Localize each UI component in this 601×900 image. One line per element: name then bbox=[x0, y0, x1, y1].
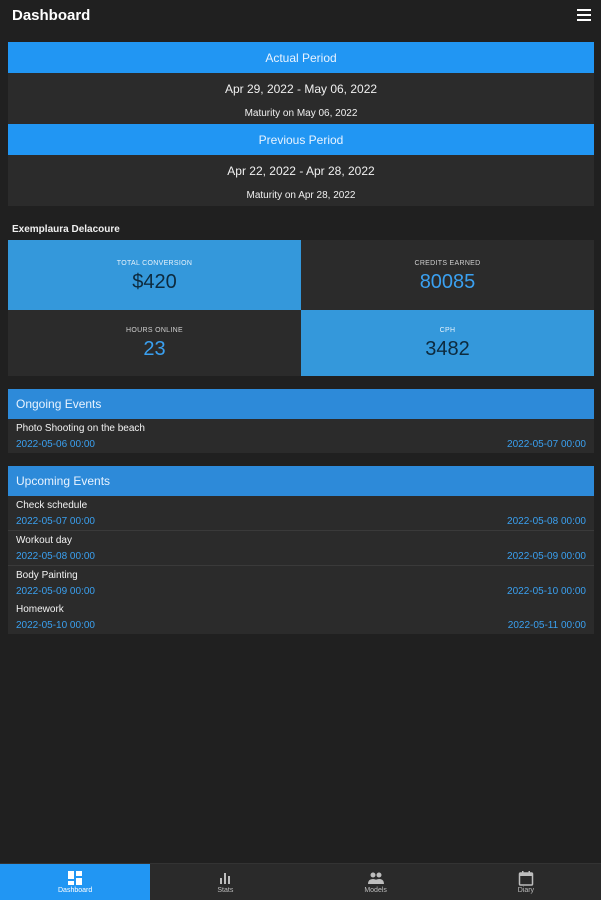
previous-period-header: Previous Period bbox=[8, 124, 594, 155]
list-item[interactable]: Workout day 2022-05-08 00:00 2022-05-09 … bbox=[8, 531, 594, 566]
ongoing-events-header: Ongoing Events bbox=[8, 389, 594, 419]
event-name: Workout day bbox=[16, 535, 72, 546]
list-item[interactable]: Check schedule 2022-05-07 00:00 2022-05-… bbox=[8, 496, 594, 531]
upcoming-events-header: Upcoming Events bbox=[8, 466, 594, 496]
stat-hours-online: Hours Online 23 bbox=[8, 310, 301, 376]
app-bar: Dashboard bbox=[0, 0, 601, 30]
nav-stats[interactable]: Stats bbox=[150, 864, 300, 900]
people-icon bbox=[367, 871, 384, 885]
stat-label: Credits Earned bbox=[414, 260, 481, 267]
actual-period-maturity: Maturity on May 06, 2022 bbox=[244, 108, 358, 119]
nav-diary[interactable]: Diary bbox=[451, 864, 601, 900]
event-end: 2022-05-10 00:00 bbox=[507, 586, 586, 597]
actual-period-range: Apr 29, 2022 - May 06, 2022 bbox=[224, 82, 378, 96]
hamburger-menu-icon[interactable] bbox=[577, 9, 591, 21]
nav-label: Diary bbox=[517, 886, 535, 894]
dashboard-icon bbox=[68, 870, 83, 885]
actual-period-panel: Apr 29, 2022 - May 06, 2022 Maturity on … bbox=[8, 73, 594, 124]
stat-label: Hours Online bbox=[126, 327, 183, 334]
event-start: 2022-05-06 00:00 bbox=[16, 439, 95, 450]
bottom-navigation: Dashboard Stats Models Diary bbox=[0, 863, 601, 900]
stat-total-conversion: Total Conversion $420 bbox=[8, 240, 301, 310]
nav-dashboard[interactable]: Dashboard bbox=[0, 864, 151, 900]
event-name: Check schedule bbox=[16, 500, 88, 511]
stat-value: 23 bbox=[143, 338, 166, 360]
previous-period-range: Apr 22, 2022 - Apr 28, 2022 bbox=[227, 164, 375, 178]
page-title: Dashboard bbox=[12, 6, 91, 24]
nav-label: Dashboard bbox=[58, 886, 93, 894]
list-item[interactable]: Homework 2022-05-10 00:00 2022-05-11 00:… bbox=[8, 600, 594, 634]
list-item[interactable]: Photo Shooting on the beach 2022-05-06 0… bbox=[8, 419, 594, 453]
nav-models[interactable]: Models bbox=[301, 864, 451, 900]
bar-chart-icon bbox=[219, 871, 231, 885]
stat-label: Total Conversion bbox=[116, 260, 193, 267]
stat-value: 80085 bbox=[419, 271, 476, 293]
event-end: 2022-05-07 00:00 bbox=[507, 439, 586, 450]
event-name: Body Painting bbox=[16, 570, 78, 581]
nav-label: Models bbox=[364, 886, 387, 894]
event-start: 2022-05-09 00:00 bbox=[16, 586, 95, 597]
event-start: 2022-05-10 00:00 bbox=[16, 620, 95, 631]
stat-value: $420 bbox=[132, 271, 177, 293]
event-end: 2022-05-08 00:00 bbox=[507, 516, 586, 527]
event-end: 2022-05-11 00:00 bbox=[507, 620, 586, 631]
list-item[interactable]: Body Painting 2022-05-09 00:00 2022-05-1… bbox=[8, 566, 594, 600]
stat-credits-earned: Credits Earned 80085 bbox=[301, 240, 594, 310]
user-name: Exemplaura Delacoure bbox=[12, 224, 120, 235]
event-start: 2022-05-08 00:00 bbox=[16, 551, 95, 562]
stat-label: CPH bbox=[439, 327, 456, 334]
previous-period-panel: Apr 22, 2022 - Apr 28, 2022 Maturity on … bbox=[8, 155, 594, 206]
stat-cph: CPH 3482 bbox=[301, 310, 594, 376]
previous-period-maturity: Maturity on Apr 28, 2022 bbox=[246, 190, 356, 201]
event-start: 2022-05-07 00:00 bbox=[16, 516, 95, 527]
nav-label: Stats bbox=[217, 886, 234, 894]
calendar-icon bbox=[518, 870, 534, 886]
event-name: Homework bbox=[16, 604, 64, 615]
stat-value: 3482 bbox=[425, 338, 470, 360]
event-name: Photo Shooting on the beach bbox=[16, 423, 145, 434]
event-end: 2022-05-09 00:00 bbox=[507, 551, 586, 562]
actual-period-header: Actual Period bbox=[8, 42, 594, 73]
